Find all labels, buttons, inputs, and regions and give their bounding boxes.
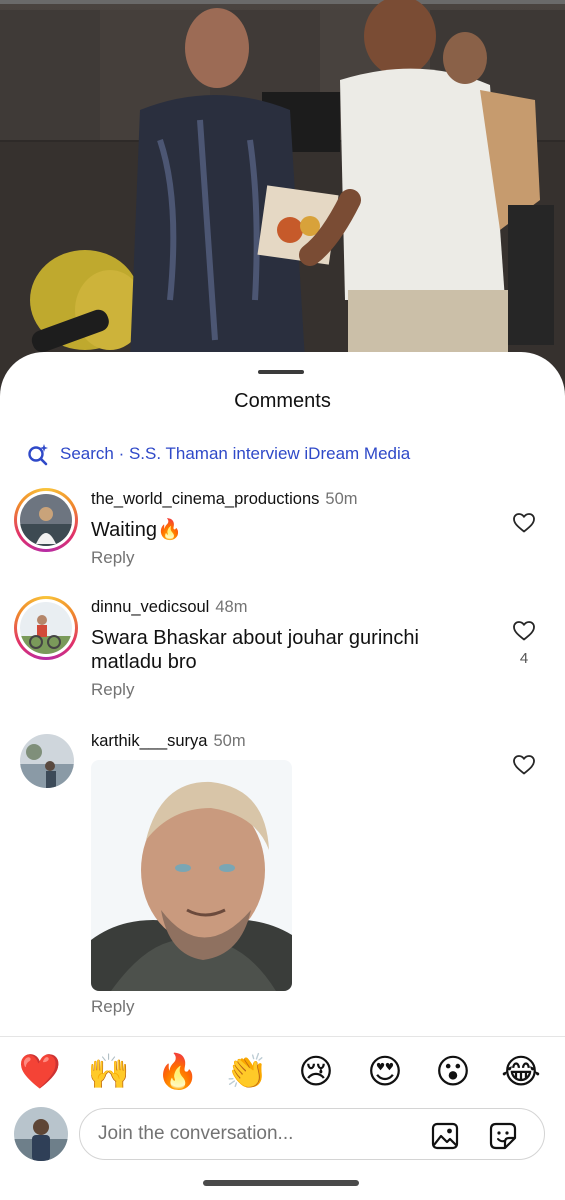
heart-outline-icon[interactable] [512,511,536,535]
emoji-fire[interactable]: 🔥 [156,1050,200,1094]
reply-button[interactable]: Reply [91,680,134,700]
emoji-clapping-hands[interactable]: 👏 [225,1050,269,1094]
comment-username[interactable]: dinnu_vedicsoul [91,598,209,616]
heart-outline-icon[interactable] [512,619,536,643]
sticker-icon[interactable] [488,1121,518,1151]
comment-text: Waiting🔥 [91,519,182,541]
comments-sheet: Comments Search · S.S. Thaman interview … [0,352,565,1200]
comment-meta: dinnu_vedicsoul 48m [91,598,247,617]
comment-time: 50m [325,490,358,508]
post-photo [0,0,565,400]
comment-meta: karthik___surya 50m [91,732,246,751]
comment-image[interactable] [91,760,292,991]
search-sparkle-icon [28,444,48,466]
gallery-icon[interactable] [430,1121,460,1151]
comment-input[interactable] [98,1109,418,1158]
comment-time: 50m [213,732,246,750]
sheet-drag-handle[interactable] [258,370,304,374]
comment-username[interactable]: the_world_cinema_productions [91,490,319,508]
emoji-red-heart[interactable]: ❤️ [18,1050,62,1094]
avatar [20,494,72,546]
emoji-heart-eyes[interactable]: 😍 [363,1050,407,1094]
comment-meta: the_world_cinema_productions 50m [91,490,358,509]
emoji-tears-of-joy[interactable]: 😂 [499,1050,543,1094]
sheet-title: Comments [234,390,331,412]
comment-input-container [79,1108,545,1160]
avatar-story-ring[interactable] [14,596,78,660]
photo-illustration [0,0,565,400]
home-indicator[interactable] [203,1180,359,1186]
avatar[interactable] [20,734,74,788]
avatar-story-ring[interactable] [14,488,78,552]
reply-button[interactable]: Reply [91,997,134,1017]
comment-composer [0,1104,565,1164]
current-user-avatar [14,1107,68,1161]
like-count: 4 [519,650,529,667]
divider [0,1036,565,1037]
quick-emoji-bar: ❤️ 🙌 🔥 👏 😢 😍 😮 😂 [0,1050,565,1094]
related-search-text: Search · S.S. Thaman interview iDream Me… [60,444,411,463]
related-search-link[interactable]: Search · S.S. Thaman interview iDream Me… [26,440,410,468]
comment-username[interactable]: karthik___surya [91,732,207,750]
avatar [20,602,72,654]
emoji-raising-hands[interactable]: 🙌 [87,1050,131,1094]
heart-outline-icon[interactable] [512,753,536,777]
comment-time: 48m [215,598,248,616]
comment-text: Swara Bhaskar about jouhar gurinchi matl… [91,627,419,673]
emoji-surprised-face[interactable]: 😮 [431,1050,475,1094]
emoji-crying-face[interactable]: 😢 [294,1050,338,1094]
reply-button[interactable]: Reply [91,548,134,568]
